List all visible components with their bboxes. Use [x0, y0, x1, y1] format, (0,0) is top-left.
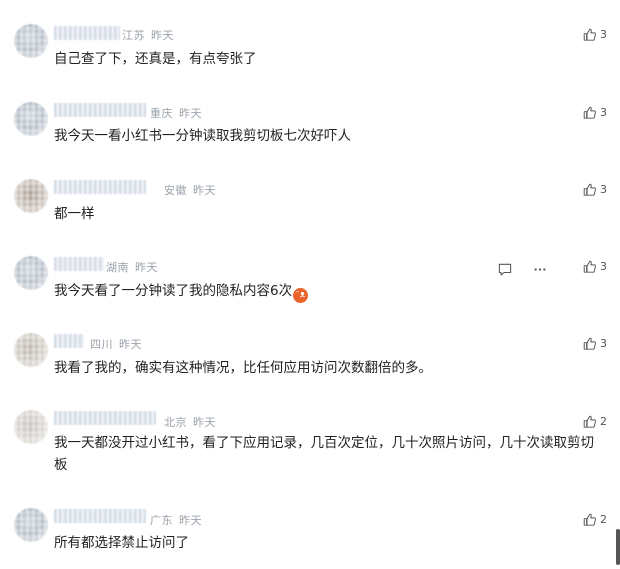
- comment-item: 四川 昨天 我看了我的，确实有这种情况，比任何应用访问次数翻倍的多。 3: [0, 331, 620, 408]
- location-label: 重庆: [150, 107, 173, 120]
- scrollbar[interactable]: [616, 529, 620, 565]
- like-count: 3: [600, 337, 607, 350]
- angry-face-emoji: ᵔᴥ: [293, 288, 309, 303]
- location-label: 广东: [150, 514, 173, 527]
- time-label: 昨天: [151, 29, 174, 42]
- like-count: 3: [600, 28, 607, 41]
- avatar[interactable]: [14, 179, 48, 213]
- comment-item: 湖南 昨天 我今天看了一分钟读了我的隐私内容6次 ᵔᴥ 3: [0, 254, 620, 331]
- location-label: 安徽: [164, 184, 187, 197]
- comment-item: 重庆 昨天 我今天一看小红书一分钟读取我剪切板七次好吓人 3: [0, 100, 620, 177]
- like-button[interactable]: 3: [583, 106, 607, 119]
- location-label: 湖南: [106, 261, 129, 274]
- comment-text: 所有都选择禁止访问了: [54, 535, 189, 551]
- comment-meta: 四川 昨天: [90, 336, 142, 352]
- comment-text: 我今天看了一分钟读了我的隐私内容6次 ᵔᴥ: [54, 280, 309, 303]
- comment-text: 都一样: [54, 206, 95, 222]
- location-label: 四川: [90, 338, 113, 351]
- time-label: 昨天: [179, 514, 202, 527]
- time-label: 昨天: [135, 261, 158, 274]
- comment-text: 我今天一看小红书一分钟读取我剪切板七次好吓人: [54, 128, 351, 144]
- comment-meta: 江苏 昨天: [122, 27, 174, 43]
- like-button[interactable]: 2: [583, 513, 607, 526]
- time-label: 昨天: [119, 338, 142, 351]
- username-blurred[interactable]: [54, 26, 120, 40]
- thumbs-up-icon: [583, 513, 596, 526]
- comment-icon: [498, 261, 512, 280]
- like-count: 2: [600, 513, 607, 526]
- comment-text-content: 我今天看了一分钟读了我的隐私内容6次: [54, 283, 293, 299]
- comment-item: 广东 昨天 所有都选择禁止访问了 2: [0, 506, 620, 566]
- comment-text: 我看了我的，确实有这种情况，比任何应用访问次数翻倍的多。: [54, 360, 432, 376]
- time-label: 昨天: [179, 107, 202, 120]
- avatar[interactable]: [14, 410, 48, 444]
- thumbs-up-icon: [583, 28, 596, 41]
- avatar[interactable]: [14, 333, 48, 367]
- comment-text: 我一天都没开过小红书，看了下应用记录，几百次定位，几十次照片访问，几十次读取剪切…: [54, 435, 594, 473]
- like-count: 3: [600, 183, 607, 196]
- like-button[interactable]: 3: [583, 337, 607, 350]
- time-label: 昨天: [193, 184, 216, 197]
- comment-item: 安徽 昨天 都一样 3: [0, 177, 620, 254]
- comment-meta: 北京 昨天: [164, 414, 216, 430]
- username-blurred[interactable]: [54, 103, 146, 117]
- username-blurred[interactable]: [54, 257, 104, 271]
- comment-meta: 湖南 昨天: [106, 259, 158, 275]
- comment-meta: 广东 昨天: [150, 512, 202, 528]
- avatar[interactable]: [14, 508, 48, 542]
- thumbs-up-icon: [583, 183, 596, 196]
- more-dots-icon: [533, 261, 547, 280]
- reply-button[interactable]: [498, 261, 512, 280]
- like-count: 3: [600, 106, 607, 119]
- username-blurred[interactable]: [54, 411, 156, 425]
- username-blurred[interactable]: [54, 180, 146, 194]
- comment-item: 江苏 昨天 自己查了下，还真是，有点夸张了 3: [0, 22, 620, 99]
- thumbs-up-icon: [583, 260, 596, 273]
- username-blurred[interactable]: [54, 334, 84, 348]
- comment-meta: 重庆 昨天: [150, 105, 202, 121]
- avatar[interactable]: [14, 24, 48, 58]
- location-label: 江苏: [122, 29, 145, 42]
- avatar[interactable]: [14, 256, 48, 290]
- comment-meta: 安徽 昨天: [164, 182, 216, 198]
- time-label: 昨天: [193, 416, 216, 429]
- thumbs-up-icon: [583, 337, 596, 350]
- comment-text: 自己查了下，还真是，有点夸张了: [54, 51, 257, 67]
- like-button[interactable]: 2: [583, 415, 607, 428]
- like-count: 3: [600, 260, 607, 273]
- thumbs-up-icon: [583, 106, 596, 119]
- more-button[interactable]: [533, 261, 547, 280]
- like-button[interactable]: 3: [583, 260, 607, 273]
- location-label: 北京: [164, 416, 187, 429]
- like-button[interactable]: 3: [583, 28, 607, 41]
- like-count: 2: [600, 415, 607, 428]
- thumbs-up-icon: [583, 415, 596, 428]
- like-button[interactable]: 3: [583, 183, 607, 196]
- comment-item: 北京 昨天 我一天都没开过小红书，看了下应用记录，几百次定位，几十次照片访问，几十…: [0, 408, 620, 503]
- username-blurred[interactable]: [54, 509, 146, 523]
- avatar[interactable]: [14, 102, 48, 136]
